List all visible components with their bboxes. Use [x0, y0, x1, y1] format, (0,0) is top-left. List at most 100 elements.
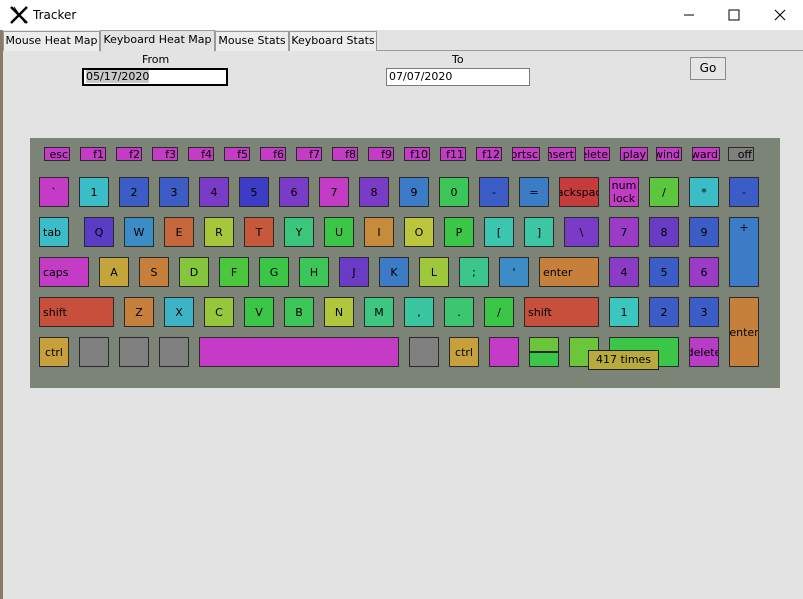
key-i[interactable]: I: [364, 217, 394, 247]
key-j[interactable]: J: [339, 257, 369, 287]
key--[interactable]: *: [689, 177, 719, 207]
minimize-button[interactable]: [666, 0, 712, 30]
key-u[interactable]: U: [324, 217, 354, 247]
key-b[interactable]: B: [284, 297, 314, 327]
to-date-field[interactable]: 07/07/2020: [386, 68, 530, 86]
key-4[interactable]: 4: [199, 177, 229, 207]
key-n[interactable]: N: [324, 297, 354, 327]
tab-mouse-heat-map[interactable]: Mouse Heat Map: [3, 31, 100, 51]
key-f7[interactable]: f7: [296, 147, 322, 161]
key--[interactable]: ;: [459, 257, 489, 287]
key-num-lock[interactable]: num lock: [609, 177, 639, 207]
key-play[interactable]: play: [620, 147, 648, 161]
key-enter[interactable]: enter: [729, 297, 759, 367]
key-f4[interactable]: f4: [188, 147, 214, 161]
key-rewind[interactable]: rewind: [656, 147, 682, 161]
key--[interactable]: ,: [404, 297, 434, 327]
key-1[interactable]: 1: [79, 177, 109, 207]
key-enter[interactable]: enter: [539, 257, 599, 287]
key-c[interactable]: C: [204, 297, 234, 327]
from-date-field[interactable]: 05/17/2020: [82, 68, 228, 86]
key-y[interactable]: Y: [284, 217, 314, 247]
key-5[interactable]: 5: [239, 177, 269, 207]
key-o[interactable]: O: [404, 217, 434, 247]
key-3[interactable]: 3: [159, 177, 189, 207]
key-f11[interactable]: f11: [440, 147, 466, 161]
key-blank[interactable]: [529, 337, 559, 352]
key-delete[interactable]: delete: [584, 147, 610, 161]
tab-keyboard-heat-map[interactable]: Keyboard Heat Map: [100, 30, 215, 52]
key-f6[interactable]: f6: [260, 147, 286, 161]
key-8[interactable]: 8: [359, 177, 389, 207]
key-ctrl[interactable]: ctrl: [449, 337, 479, 367]
key-delete[interactable]: delete: [689, 337, 719, 367]
key--[interactable]: +: [729, 217, 759, 287]
key-f2[interactable]: f2: [116, 147, 142, 161]
key-h[interactable]: H: [299, 257, 329, 287]
key-fastforward[interactable]: fastforward: [692, 147, 720, 161]
key-blank[interactable]: [489, 337, 519, 367]
key-v[interactable]: V: [244, 297, 274, 327]
key-caps[interactable]: caps: [39, 257, 89, 287]
tab-mouse-stats[interactable]: Mouse Stats: [215, 31, 289, 51]
key-blank[interactable]: [79, 337, 109, 367]
key-d[interactable]: D: [179, 257, 209, 287]
key-l[interactable]: L: [419, 257, 449, 287]
key-r[interactable]: R: [204, 217, 234, 247]
go-button[interactable]: Go: [690, 57, 726, 80]
key-2[interactable]: 2: [649, 297, 679, 327]
key-s[interactable]: S: [139, 257, 169, 287]
key-6[interactable]: 6: [279, 177, 309, 207]
key-m[interactable]: M: [364, 297, 394, 327]
key-f12[interactable]: f12: [476, 147, 502, 161]
key-shift[interactable]: shift: [39, 297, 114, 327]
key-t[interactable]: T: [244, 217, 274, 247]
key-k[interactable]: K: [379, 257, 409, 287]
key-w[interactable]: W: [124, 217, 154, 247]
key-0[interactable]: 0: [439, 177, 469, 207]
key-f8[interactable]: f8: [332, 147, 358, 161]
key--[interactable]: /: [484, 297, 514, 327]
key-8[interactable]: 8: [649, 217, 679, 247]
key--[interactable]: [: [484, 217, 514, 247]
key--[interactable]: -: [729, 177, 759, 207]
key--[interactable]: \: [564, 217, 599, 247]
key-p[interactable]: P: [444, 217, 474, 247]
key-f5[interactable]: f5: [224, 147, 250, 161]
key-insert[interactable]: insert: [548, 147, 576, 161]
key-2[interactable]: 2: [119, 177, 149, 207]
key-z[interactable]: Z: [124, 297, 154, 327]
key-3[interactable]: 3: [689, 297, 719, 327]
key--[interactable]: .: [444, 297, 474, 327]
key-blank[interactable]: [409, 337, 439, 367]
key-blank[interactable]: [199, 337, 399, 367]
key-4[interactable]: 4: [609, 257, 639, 287]
key-x[interactable]: X: [164, 297, 194, 327]
key-g[interactable]: G: [259, 257, 289, 287]
key-ctrl[interactable]: ctrl: [39, 337, 69, 367]
key--[interactable]: ': [499, 257, 529, 287]
maximize-button[interactable]: [711, 0, 757, 30]
key-esc[interactable]: esc: [44, 147, 70, 161]
key-7[interactable]: 7: [609, 217, 639, 247]
key-shift[interactable]: shift: [524, 297, 599, 327]
key--[interactable]: =: [519, 177, 549, 207]
close-button[interactable]: [757, 0, 803, 30]
key-e[interactable]: E: [164, 217, 194, 247]
key-5[interactable]: 5: [649, 257, 679, 287]
key-7[interactable]: 7: [319, 177, 349, 207]
key-blank[interactable]: [159, 337, 189, 367]
key-backspace[interactable]: backspace: [559, 177, 599, 207]
key-1[interactable]: 1: [609, 297, 639, 327]
key-f10[interactable]: f10: [404, 147, 430, 161]
key-tab[interactable]: tab: [39, 217, 69, 247]
key-a[interactable]: A: [99, 257, 129, 287]
key-blank[interactable]: [119, 337, 149, 367]
key-q[interactable]: Q: [84, 217, 114, 247]
key-f[interactable]: F: [219, 257, 249, 287]
key-f3[interactable]: f3: [152, 147, 178, 161]
key-off[interactable]: off: [728, 147, 754, 161]
key--[interactable]: /: [649, 177, 679, 207]
tab-keyboard-stats[interactable]: Keyboard Stats: [289, 31, 377, 51]
key--[interactable]: `: [39, 177, 69, 207]
